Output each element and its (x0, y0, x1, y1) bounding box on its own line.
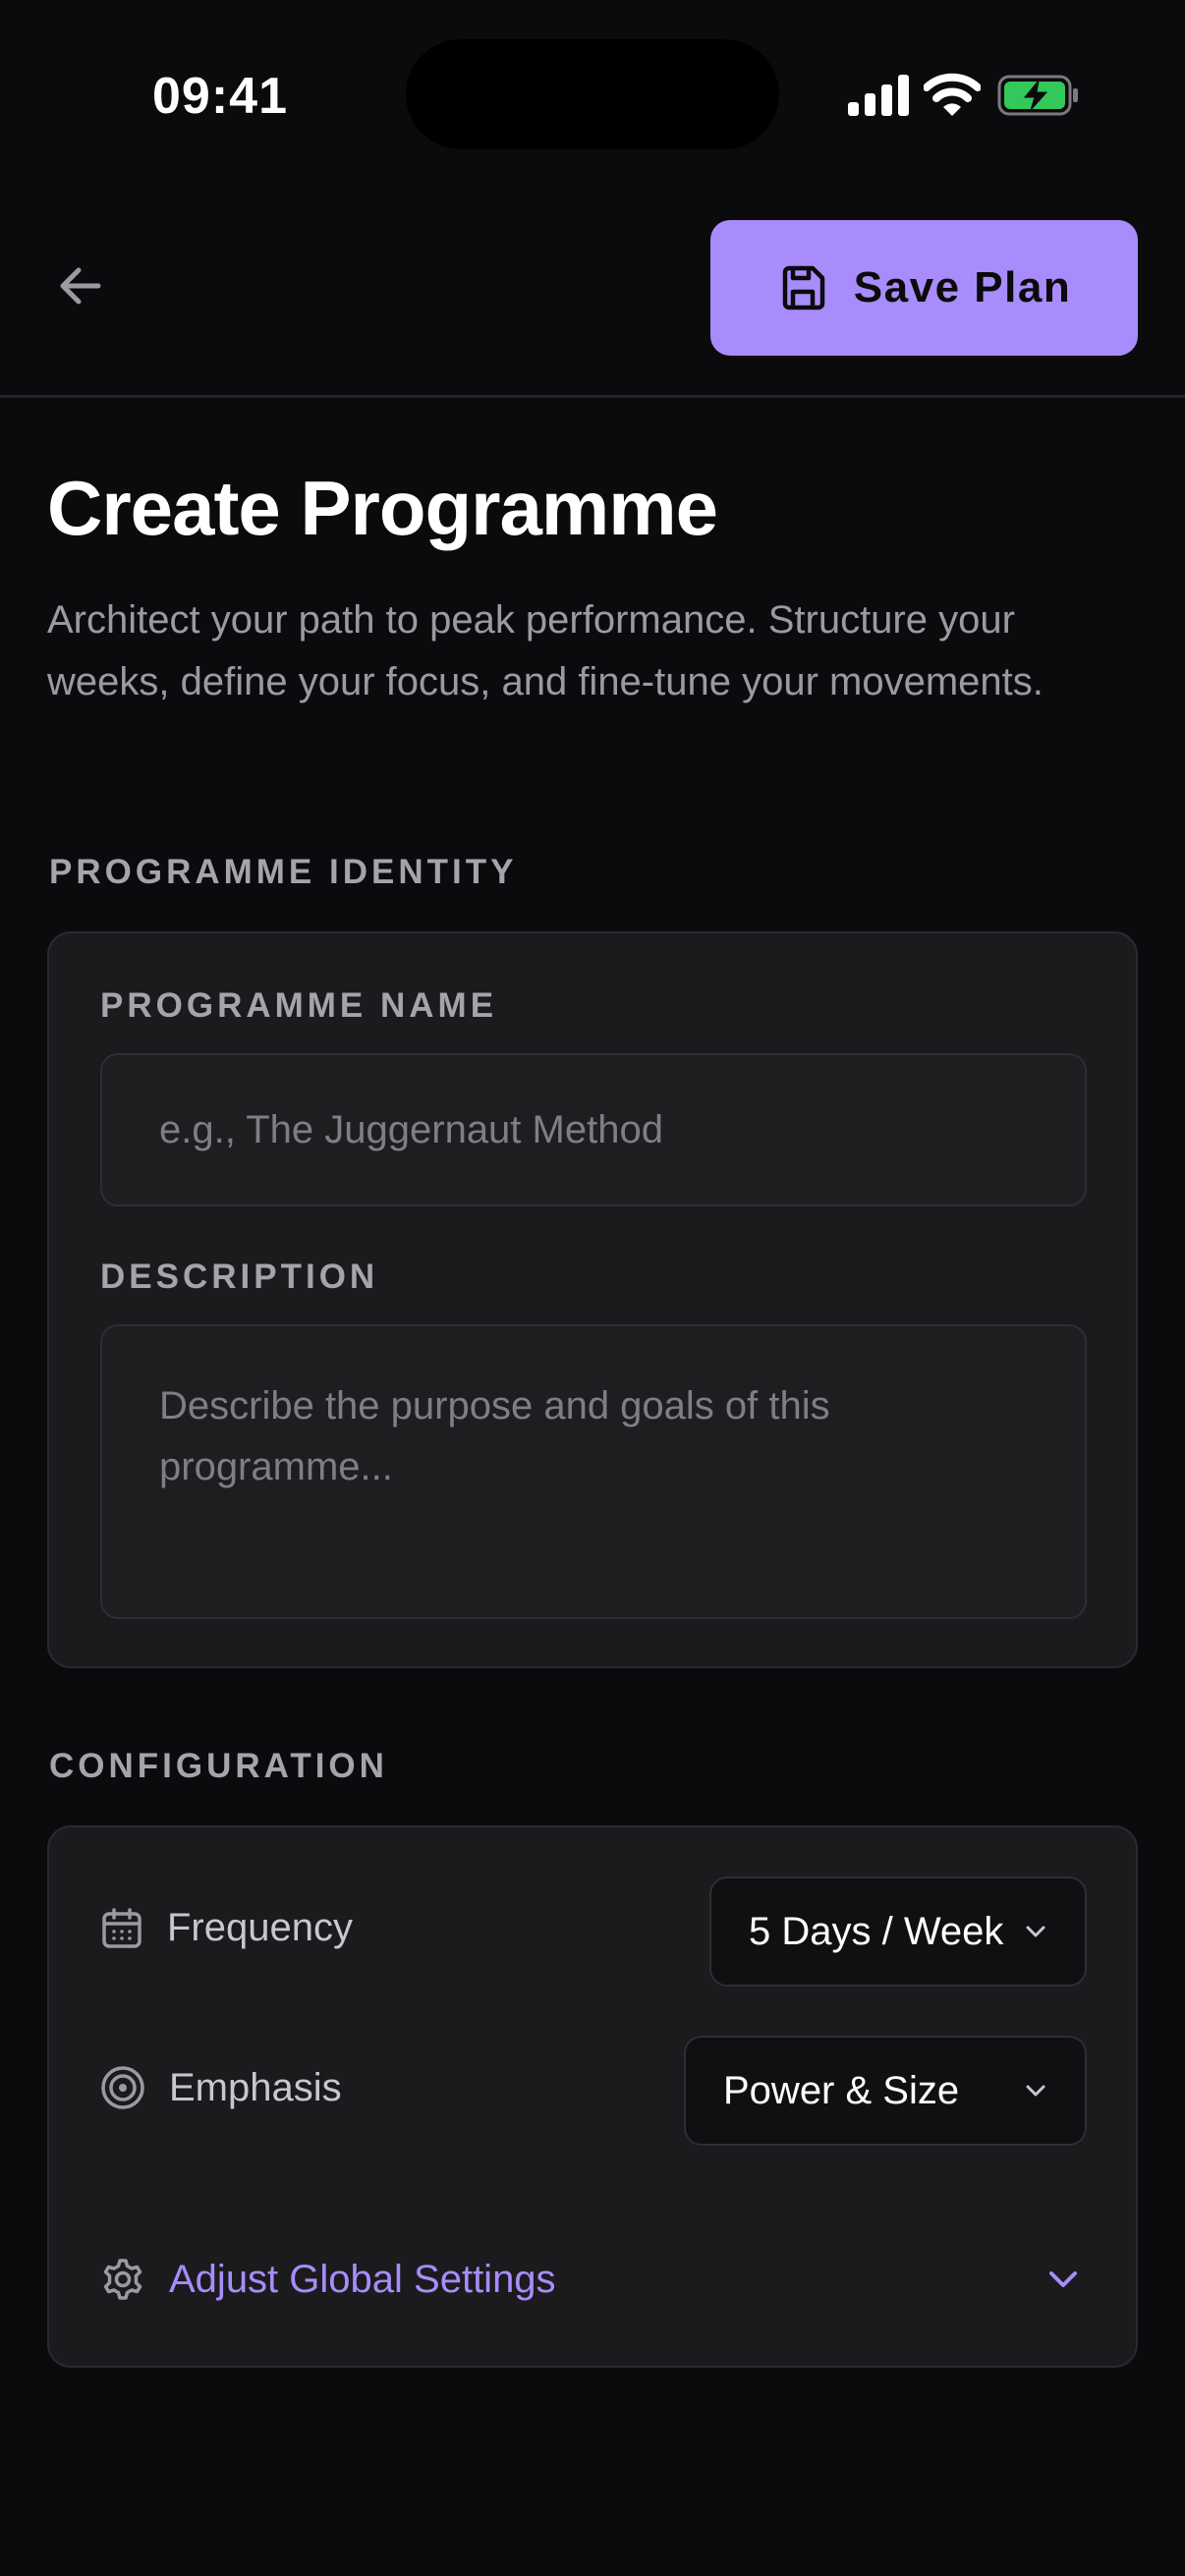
frequency-select[interactable]: 5 Days / Week (709, 1876, 1087, 1987)
calendar-icon (102, 1907, 141, 1948)
adjust-global-settings-toggle[interactable]: Adjust Global Settings (100, 2240, 1083, 2319)
emphasis-label: Emphasis (169, 2065, 342, 2109)
chevron-down-icon (1026, 2085, 1045, 2097)
frequency-label: Frequency (167, 1906, 353, 1949)
dynamic-island (406, 39, 779, 149)
emphasis-row: Emphasis (100, 2065, 342, 2110)
gear-icon (103, 2259, 142, 2300)
frequency-row: Frequency (100, 1906, 353, 1950)
back-button[interactable] (47, 253, 112, 318)
programme-name-input[interactable]: e.g., The Juggernaut Method (100, 1053, 1087, 1206)
emphasis-value: Power & Size (723, 2068, 960, 2112)
chevron-down-icon (1049, 2271, 1077, 2287)
description-label: DESCRIPTION (100, 1258, 379, 1296)
identity-card: PROGRAMME NAME e.g., The Juggernaut Meth… (47, 931, 1138, 1668)
section-label-identity: PROGRAMME IDENTITY (49, 853, 518, 891)
emphasis-select[interactable]: Power & Size (684, 2036, 1087, 2146)
save-floppy-icon (782, 265, 825, 310)
description-placeholder: Describe the purpose and goals of this p… (159, 1384, 830, 1488)
adjust-global-settings-label: Adjust Global Settings (169, 2257, 556, 2301)
save-plan-label: Save Plan (853, 263, 1072, 311)
programme-name-label: PROGRAMME NAME (100, 986, 498, 1025)
chevron-down-icon (1026, 1926, 1045, 1937)
wifi-icon (924, 73, 981, 116)
status-bar: 09:41 (0, 0, 1185, 196)
adjust-global-settings: Adjust Global Settings (100, 2257, 556, 2302)
configuration-card: Frequency 5 Days / Week Emphasis Power &… (47, 1825, 1138, 2368)
page-subtitle: Architect your path to peak performance.… (47, 598, 1044, 703)
save-plan-button[interactable]: Save Plan (710, 220, 1138, 356)
section-label-configuration: CONFIGURATION (49, 1747, 388, 1785)
battery-charging-icon (997, 75, 1078, 116)
status-time: 09:41 (152, 68, 288, 125)
page-title: Create Programme (47, 465, 718, 551)
arrow-left-icon (60, 267, 101, 305)
cellular-signal-icon (848, 75, 909, 116)
create-programme-screen: 09:41 Save Plan Create Programme Archite… (0, 0, 1185, 2576)
target-icon (101, 2066, 144, 2109)
description-textarea[interactable]: Describe the purpose and goals of this p… (100, 1324, 1087, 1619)
programme-name-placeholder: e.g., The Juggernaut Method (159, 1107, 663, 1151)
header-divider (0, 395, 1185, 398)
frequency-value: 5 Days / Week (749, 1909, 1004, 1953)
